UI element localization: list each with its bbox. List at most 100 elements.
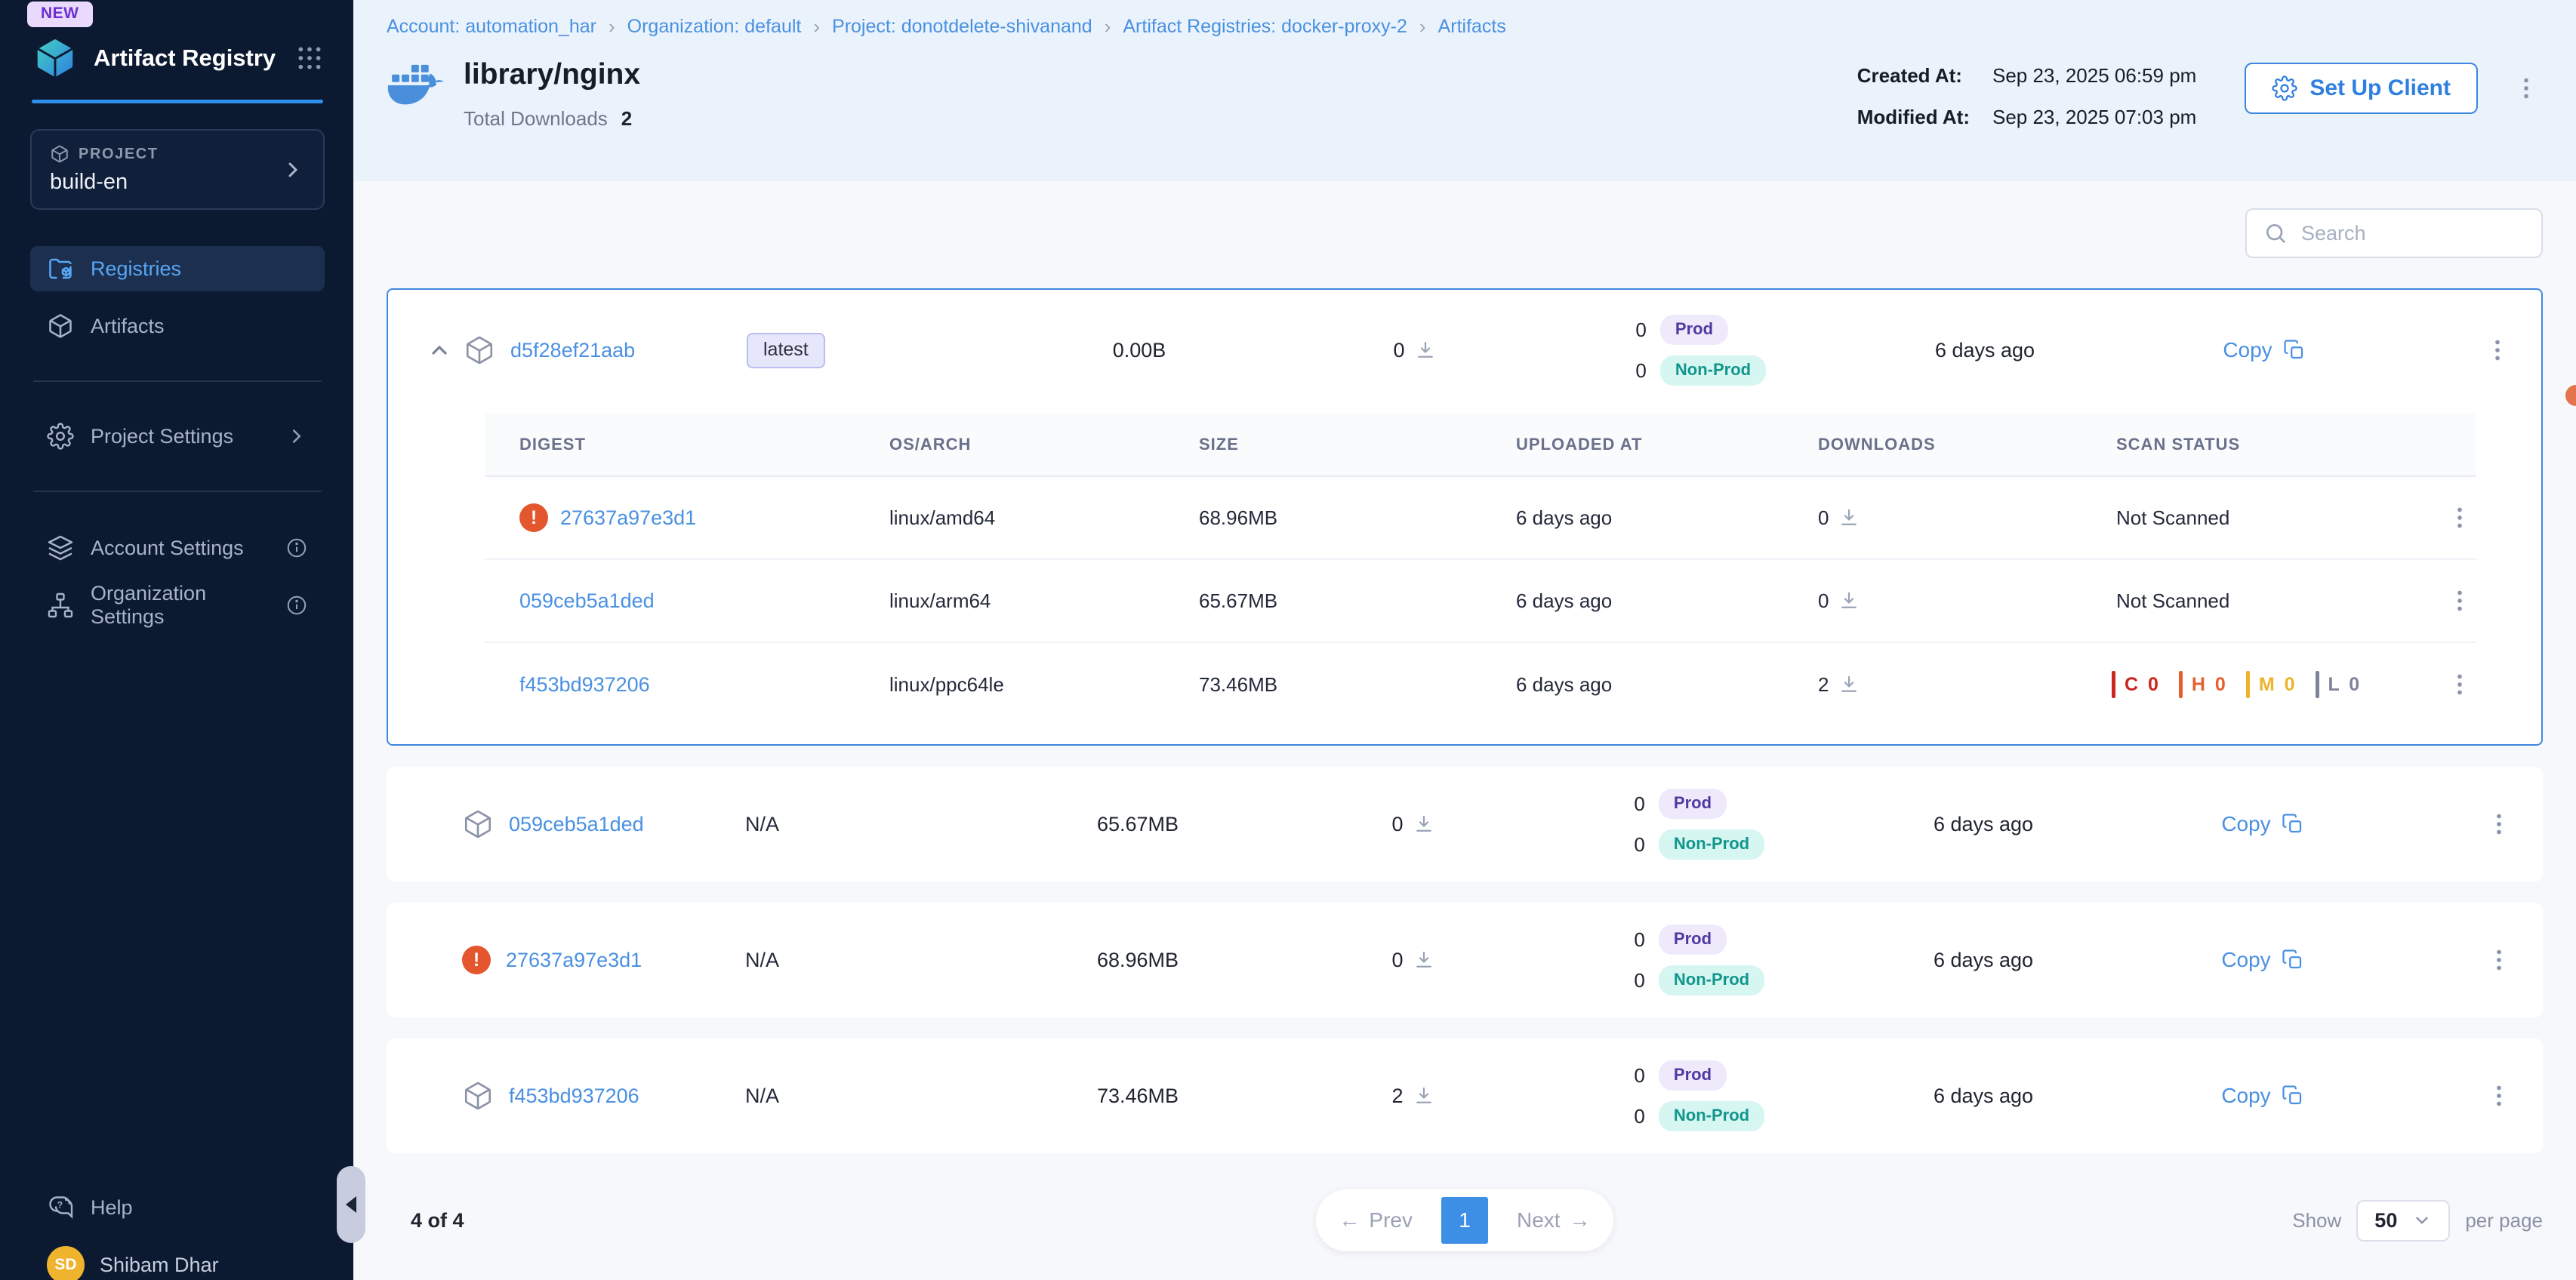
size-cell: 68.96MB <box>1097 949 1179 972</box>
svg-text:?: ? <box>57 1200 63 1211</box>
artifact-digest-link[interactable]: f453bd937206 <box>509 1085 639 1108</box>
sidebar-divider <box>33 380 322 382</box>
per-page-label: per page <box>2465 1209 2543 1232</box>
info-icon[interactable] <box>285 594 308 617</box>
download-icon <box>1413 813 1435 835</box>
artifact-group-expanded: d5f28ef21aab latest 0.00B 0 0 Prod <box>387 288 2543 746</box>
downloads-count: 0 <box>1393 339 1404 362</box>
copy-label: Copy <box>2221 1084 2270 1108</box>
prod-badge: Prod <box>1659 789 1727 819</box>
help-chat-icon: ? <box>47 1194 74 1221</box>
size-cell: 65.67MB <box>1164 589 1481 613</box>
low-count: L 0 <box>2316 671 2362 698</box>
download-icon <box>1413 1085 1435 1107</box>
info-icon[interactable] <box>285 537 308 559</box>
downloads-count: 0 <box>1818 589 1829 613</box>
breadcrumb-separator: › <box>1105 15 1111 38</box>
sidebar-item-registries[interactable]: Registries <box>30 246 325 291</box>
title-row: library/nginx Total Downloads 2 Created … <box>387 58 2543 131</box>
project-selector[interactable]: PROJECT build-en <box>30 129 325 210</box>
digest-name-cell: ! 27637a97e3d1 <box>485 503 855 532</box>
sidebar-collapse-handle[interactable] <box>337 1166 365 1243</box>
sidebar-item-label: Account Settings <box>91 537 244 560</box>
pager: ← Prev 1 Next → <box>1316 1189 1613 1251</box>
artifact-row: ! 27637a97e3d1 N/A 68.96MB 0 0 Prod <box>387 903 2543 1017</box>
sidebar-item-help[interactable]: ? Help <box>30 1185 325 1230</box>
severity-bar <box>2316 671 2319 698</box>
arrow-right-icon: → <box>1570 1208 1591 1232</box>
artifact-digest-link[interactable]: 27637a97e3d1 <box>506 949 642 972</box>
artifact-row: 059ceb5a1ded N/A 65.67MB 0 0 Prod <box>387 767 2543 882</box>
digest-row: f453bd937206 linux/ppc64le 73.46MB 6 day… <box>485 643 2476 726</box>
user-name: Shibam Dhar <box>100 1254 219 1277</box>
column-header-downloads: DOWNLOADS <box>1783 435 2081 454</box>
column-header-os-arch: OS/ARCH <box>855 435 1164 454</box>
sidebar-item-artifacts[interactable]: Artifacts <box>30 303 325 349</box>
copy-link[interactable]: Copy <box>2221 1084 2303 1108</box>
download-icon <box>1838 673 1860 696</box>
sidebar-item-organization-settings[interactable]: Organization Settings <box>30 583 325 628</box>
page-size-select[interactable]: 50 <box>2356 1200 2450 1242</box>
sidebar-item-label: Help <box>91 1196 133 1220</box>
row-kebab-menu[interactable] <box>2485 1082 2516 1109</box>
apps-grid-icon[interactable] <box>294 43 325 73</box>
prod-count: 0 <box>1628 1064 1645 1088</box>
search-input[interactable] <box>2300 221 2525 246</box>
arrow-left-icon: ← <box>1339 1208 1360 1232</box>
search-icon <box>2263 221 2288 245</box>
prod-badge: Prod <box>1659 1060 1727 1091</box>
digest-link[interactable]: 27637a97e3d1 <box>560 506 696 530</box>
downloads-cell: 0 <box>1391 949 1434 972</box>
downloads-cell: 0 <box>1783 589 1860 613</box>
user-menu[interactable]: SD Shibam Dhar <box>30 1230 325 1280</box>
copy-icon <box>2283 339 2306 362</box>
breadcrumb-separator: › <box>609 15 615 38</box>
row-kebab-menu[interactable] <box>2446 671 2476 698</box>
row-kebab-menu[interactable] <box>2484 337 2514 364</box>
breadcrumb-registry[interactable]: Artifact Registries: docker-proxy-2 <box>1123 16 1407 38</box>
prod-count-line: 0 Prod <box>1628 1060 1727 1091</box>
row-kebab-menu[interactable] <box>2485 811 2516 838</box>
row-kebab-menu[interactable] <box>2446 504 2476 531</box>
artifact-name-cell: f453bd937206 <box>462 1080 745 1112</box>
project-name: build-en <box>50 170 159 195</box>
prod-count-line: 0 Prod <box>1628 925 1727 955</box>
copy-link[interactable]: Copy <box>2221 948 2303 972</box>
sidebar-item-project-settings[interactable]: Project Settings <box>30 414 325 459</box>
artifact-registry-app: NEW Artifact Registry <box>0 0 2576 1280</box>
row-kebab-menu[interactable] <box>2446 587 2476 614</box>
breadcrumb-project[interactable]: Project: donotdelete-shivanand <box>832 16 1092 38</box>
size-cell: 73.46MB <box>1164 673 1481 697</box>
sidebar: NEW Artifact Registry <box>0 0 353 1280</box>
digest-link[interactable]: 059ceb5a1ded <box>519 589 655 613</box>
breadcrumb-separator: › <box>1419 15 1426 38</box>
copy-link[interactable]: Copy <box>2223 338 2305 362</box>
size-cell: 0.00B <box>1113 339 1166 362</box>
nonprod-count: 0 <box>1630 359 1647 383</box>
downloads-count: 0 <box>1818 506 1829 530</box>
new-badge: NEW <box>27 2 93 27</box>
chevron-right-icon <box>281 158 305 182</box>
download-icon <box>1838 506 1860 529</box>
breadcrumb-account[interactable]: Account: automation_har <box>387 16 596 38</box>
download-icon <box>1413 949 1435 971</box>
next-page-button[interactable]: Next → <box>1506 1208 1601 1232</box>
collapse-chevron-up-icon[interactable] <box>427 338 451 362</box>
header-kebab-menu[interactable] <box>2513 75 2540 102</box>
total-downloads-label: Total Downloads <box>464 107 608 131</box>
page-number-active[interactable]: 1 <box>1441 1197 1488 1244</box>
sidebar-nav: Registries Artifacts <box>0 246 353 628</box>
setup-client-button[interactable]: Set Up Client <box>2245 63 2478 114</box>
artifact-digest-link[interactable]: d5f28ef21aab <box>510 339 635 362</box>
breadcrumb-organization[interactable]: Organization: default <box>627 16 802 38</box>
alert-icon: ! <box>462 946 491 974</box>
copy-link[interactable]: Copy <box>2221 812 2303 836</box>
downloads-count: 0 <box>1391 949 1403 972</box>
sidebar-item-account-settings[interactable]: Account Settings <box>30 525 325 571</box>
row-kebab-menu[interactable] <box>2485 946 2516 974</box>
digest-link[interactable]: f453bd937206 <box>519 673 650 697</box>
prod-count: 0 <box>1628 792 1645 816</box>
breadcrumb-artifacts[interactable]: Artifacts <box>1438 16 1506 38</box>
artifact-digest-link[interactable]: 059ceb5a1ded <box>509 813 644 836</box>
prev-page-button[interactable]: ← Prev <box>1328 1208 1423 1232</box>
